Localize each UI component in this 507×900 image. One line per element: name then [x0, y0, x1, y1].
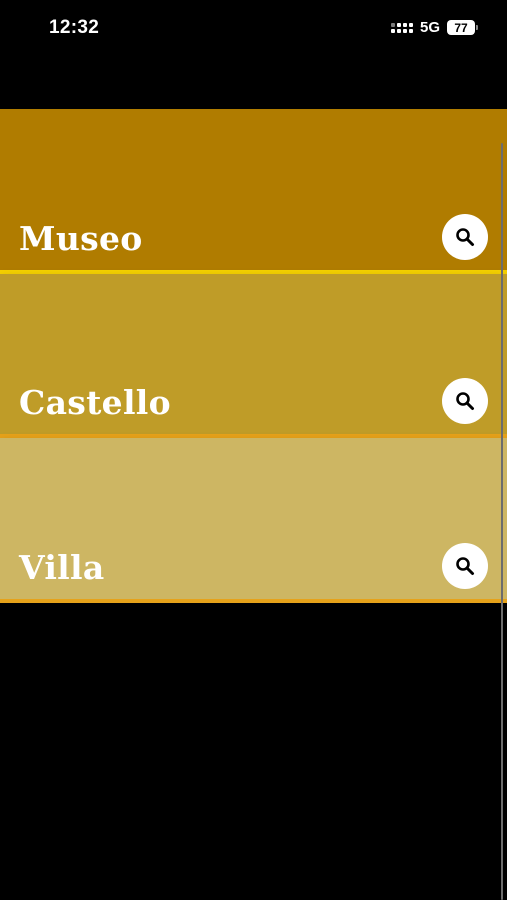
search-icon [456, 392, 474, 410]
battery-level: 77 [454, 20, 468, 35]
category-card-museo[interactable]: Museo [0, 109, 507, 274]
category-title: Museo [19, 219, 143, 258]
search-button[interactable] [442, 214, 488, 260]
category-card-villa[interactable]: Villa [0, 438, 507, 603]
status-bar: 12:32 5G 77 [0, 0, 507, 60]
scrollbar[interactable] [501, 143, 503, 900]
search-button[interactable] [442, 378, 488, 424]
search-icon [456, 228, 474, 246]
category-card-castello[interactable]: Castello [0, 274, 507, 438]
category-title: Villa [19, 548, 105, 587]
search-icon [456, 557, 474, 575]
network-label: 5G [419, 19, 440, 36]
battery-icon: 77 [447, 20, 478, 35]
status-time: 12:32 [49, 17, 100, 38]
category-title: Castello [19, 383, 171, 422]
category-list: Museo Castello Villa [0, 109, 507, 603]
search-button[interactable] [442, 543, 488, 589]
status-indicators: 5G 77 [390, 19, 478, 36]
signal-icon [390, 22, 413, 33]
